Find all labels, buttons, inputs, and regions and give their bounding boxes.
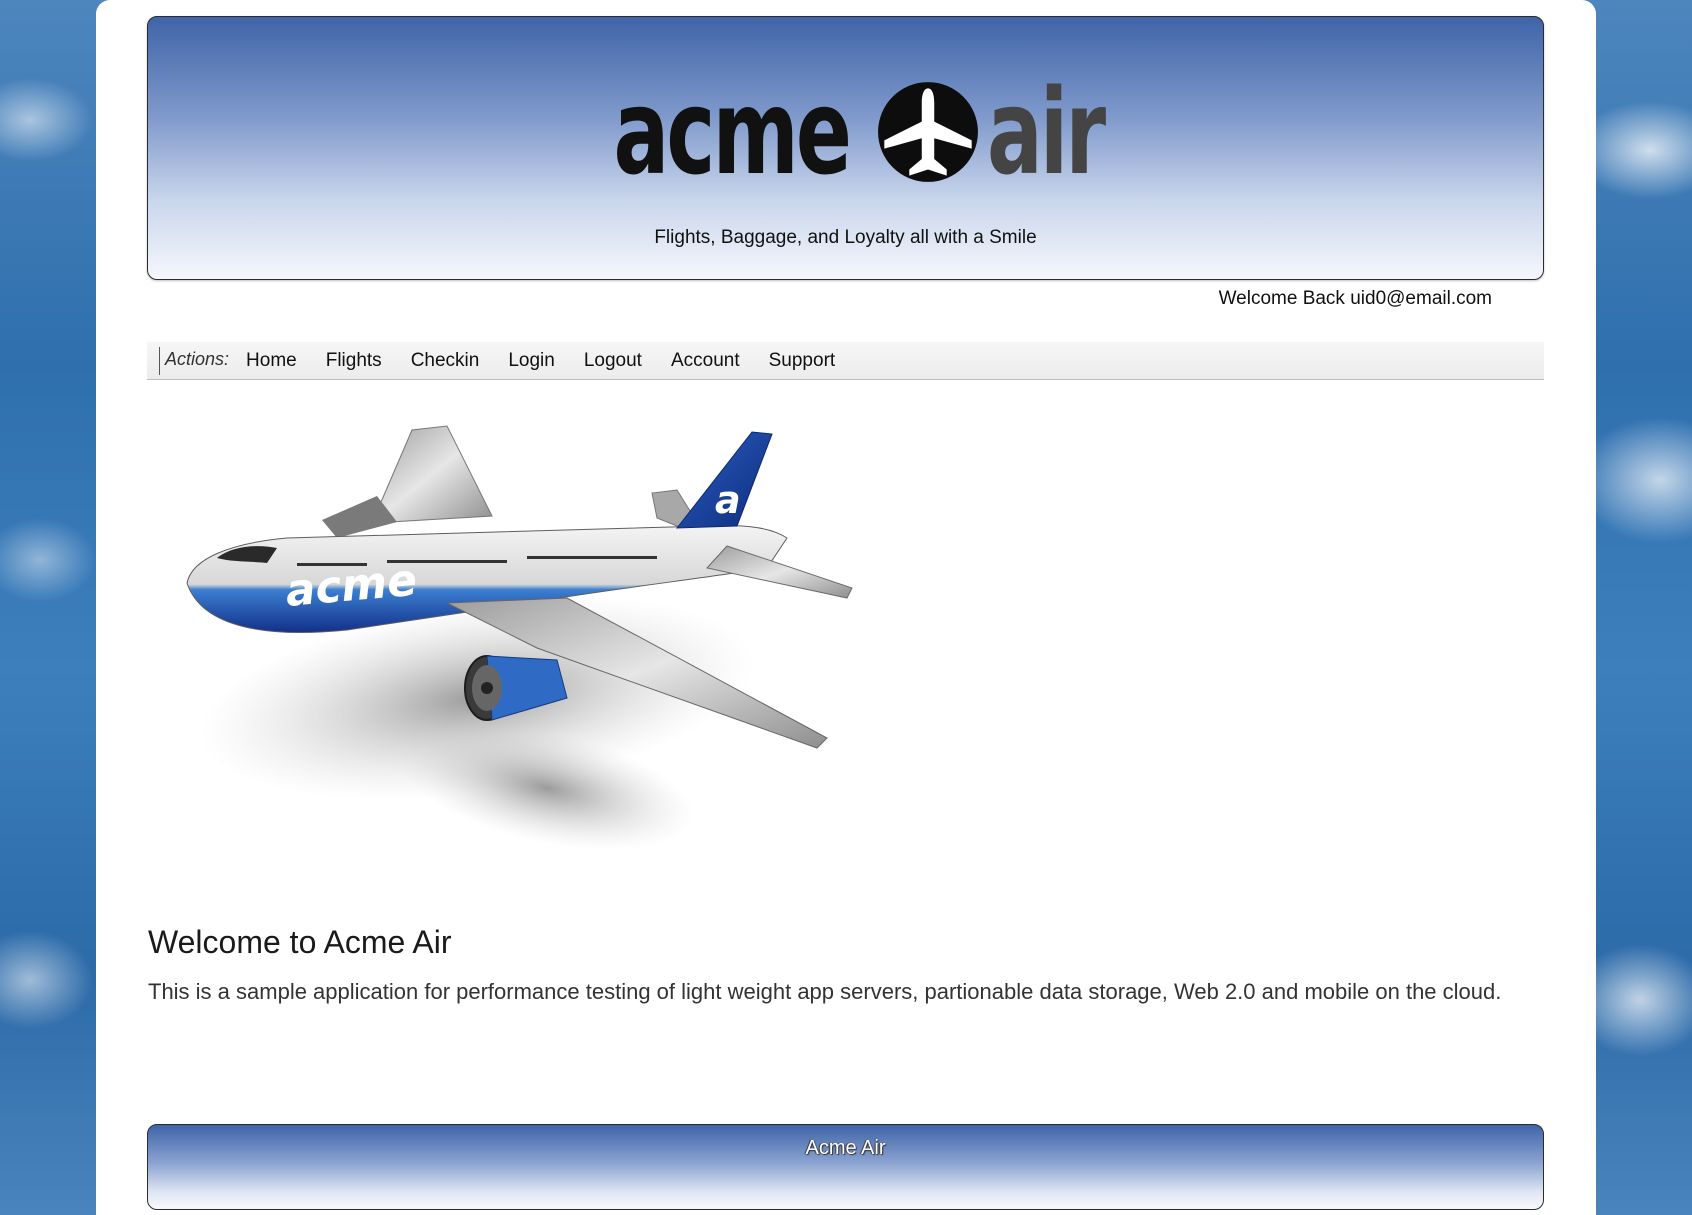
footer-brand-text: Acme Air [805,1137,886,1159]
logo-text-air: air [987,62,1106,201]
page-container: acme air Flights, Baggage, and Loyalty a… [96,0,1596,1215]
header-tagline: Flights, Baggage, and Loyalty all with a… [654,227,1037,248]
nav-divider [159,346,160,375]
acme-air-logo[interactable]: acme air [148,69,1543,194]
welcome-back-user: Welcome Back uid0@email.com [1218,288,1492,309]
page-title: Welcome to Acme Air [148,924,452,960]
nav-actions-label: Actions: [165,348,230,369]
nav-link-home[interactable]: Home [246,350,297,372]
site-header: acme air Flights, Baggage, and Loyalty a… [147,16,1544,280]
nav-link-account[interactable]: Account [671,350,740,372]
tail-logo-text: a [715,478,741,522]
nav-link-support[interactable]: Support [769,350,836,372]
nav-link-logout[interactable]: Logout [584,350,642,372]
nav-link-login[interactable]: Login [508,350,555,372]
nav-link-flights[interactable]: Flights [326,350,382,372]
acme-airplane-illustration: a acme [147,398,867,878]
intro-paragraph: This is a sample application for perform… [148,979,1502,1004]
airplane-circle-icon [869,73,987,191]
nav-link-checkin[interactable]: Checkin [411,350,480,372]
actions-navbar: Actions: Home Flights Checkin Login Logo… [147,342,1544,380]
logo-text-acme: acme [613,62,851,201]
site-footer: Acme Air [147,1124,1544,1210]
